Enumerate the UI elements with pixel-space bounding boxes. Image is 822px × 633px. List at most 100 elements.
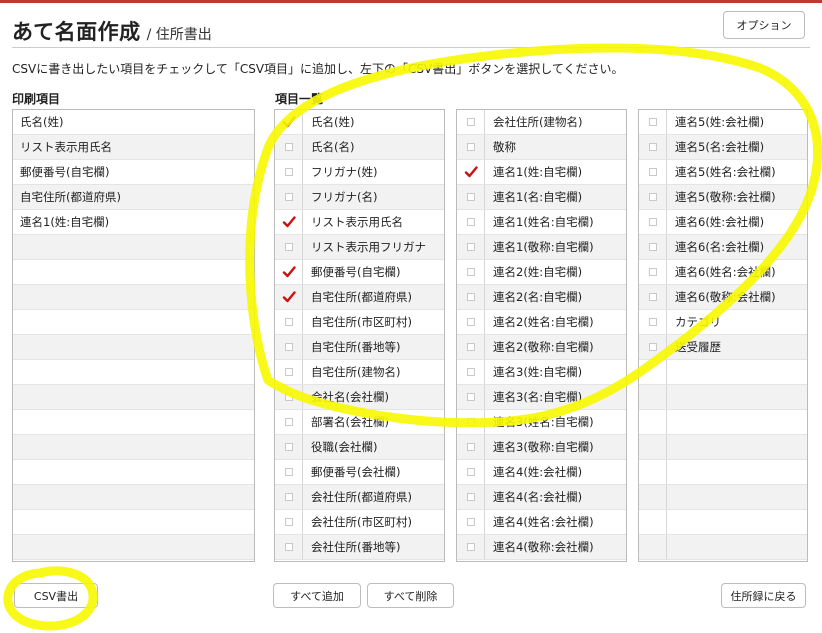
item-row[interactable]: 連名5(名:会社欄) <box>639 135 807 160</box>
item-row[interactable]: 連名1(姓:自宅欄) <box>457 160 626 185</box>
checkbox[interactable] <box>648 168 657 176</box>
checkbox[interactable] <box>284 343 293 351</box>
checkmark-icon[interactable] <box>464 165 478 179</box>
item-row[interactable]: 連名6(姓:会社欄) <box>639 210 807 235</box>
checkbox[interactable] <box>284 393 293 401</box>
print-item-row[interactable]: 自宅住所(都道府県) <box>13 185 254 210</box>
item-row[interactable]: フリガナ(名) <box>275 185 444 210</box>
checkbox[interactable] <box>284 493 293 501</box>
item-row[interactable]: 自宅住所(建物名) <box>275 360 444 385</box>
checkbox[interactable] <box>466 193 475 201</box>
item-row[interactable]: 連名3(姓:自宅欄) <box>457 360 626 385</box>
checkbox[interactable] <box>466 368 475 376</box>
checkbox[interactable] <box>284 443 293 451</box>
item-row[interactable]: 連名1(敬称:自宅欄) <box>457 235 626 260</box>
checkbox[interactable] <box>466 293 475 301</box>
checkbox[interactable] <box>466 493 475 501</box>
checkbox[interactable] <box>284 468 293 476</box>
item-row[interactable]: 会社名(会社欄) <box>275 385 444 410</box>
item-row[interactable]: 連名4(名:会社欄) <box>457 485 626 510</box>
checkmark-icon[interactable] <box>282 115 296 129</box>
item-row[interactable]: 会社住所(市区町村) <box>275 510 444 535</box>
item-row[interactable]: 会社住所(都道府県) <box>275 485 444 510</box>
checkbox[interactable] <box>648 268 657 276</box>
item-row[interactable]: 郵便番号(会社欄) <box>275 460 444 485</box>
checkbox[interactable] <box>466 518 475 526</box>
checkbox[interactable] <box>466 393 475 401</box>
item-row[interactable]: 氏名(名) <box>275 135 444 160</box>
checkmark-icon[interactable] <box>282 265 296 279</box>
checkbox[interactable] <box>648 293 657 301</box>
item-row[interactable]: 連名4(敬称:会社欄) <box>457 535 626 560</box>
item-row[interactable]: 部署名(会社欄) <box>275 410 444 435</box>
print-item-row[interactable]: 連名1(姓:自宅欄) <box>13 210 254 235</box>
checkbox[interactable] <box>284 243 293 251</box>
item-row[interactable]: 連名5(姓:会社欄) <box>639 110 807 135</box>
item-row[interactable]: 連名6(姓名:会社欄) <box>639 260 807 285</box>
item-row[interactable]: 連名4(姓:会社欄) <box>457 460 626 485</box>
print-item-row[interactable]: リスト表示用氏名 <box>13 135 254 160</box>
checkbox[interactable] <box>466 218 475 226</box>
item-row[interactable]: 自宅住所(市区町村) <box>275 310 444 335</box>
item-row[interactable]: 連名1(姓名:自宅欄) <box>457 210 626 235</box>
checkbox[interactable] <box>648 318 657 326</box>
item-row[interactable]: 連名2(姓名:自宅欄) <box>457 310 626 335</box>
item-row[interactable]: 会社住所(建物名) <box>457 110 626 135</box>
checkbox[interactable] <box>284 168 293 176</box>
checkbox[interactable] <box>466 468 475 476</box>
item-row[interactable]: 連名2(敬称:自宅欄) <box>457 335 626 360</box>
checkbox[interactable] <box>466 243 475 251</box>
item-row[interactable]: 連名5(姓名:会社欄) <box>639 160 807 185</box>
item-row[interactable]: リスト表示用氏名 <box>275 210 444 235</box>
item-row[interactable]: 郵便番号(自宅欄) <box>275 260 444 285</box>
checkbox[interactable] <box>466 443 475 451</box>
item-row[interactable]: 連名1(名:自宅欄) <box>457 185 626 210</box>
item-row[interactable]: 敬称 <box>457 135 626 160</box>
checkbox[interactable] <box>466 418 475 426</box>
item-row[interactable]: 連名6(名:会社欄) <box>639 235 807 260</box>
item-row[interactable]: 会社住所(番地等) <box>275 535 444 560</box>
checkbox[interactable] <box>648 193 657 201</box>
checkbox[interactable] <box>466 143 475 151</box>
checkbox[interactable] <box>284 418 293 426</box>
item-row[interactable]: 役職(会社欄) <box>275 435 444 460</box>
checkbox[interactable] <box>466 318 475 326</box>
csv-export-button[interactable]: CSV書出 <box>14 583 98 608</box>
checkbox[interactable] <box>466 118 475 126</box>
back-to-address-book-button[interactable]: 住所録に戻る <box>721 583 806 608</box>
add-all-button[interactable]: すべて追加 <box>273 583 361 608</box>
item-row[interactable]: 連名2(姓:自宅欄) <box>457 260 626 285</box>
print-item-row[interactable]: 氏名(姓) <box>13 110 254 135</box>
item-row[interactable]: 連名6(敬称:会社欄) <box>639 285 807 310</box>
remove-all-button[interactable]: すべて削除 <box>367 583 454 608</box>
checkbox[interactable] <box>284 193 293 201</box>
item-row[interactable]: 氏名(姓) <box>275 110 444 135</box>
checkbox[interactable] <box>466 543 475 551</box>
checkmark-icon[interactable] <box>282 290 296 304</box>
item-row[interactable]: 連名5(敬称:会社欄) <box>639 185 807 210</box>
item-row[interactable]: リスト表示用フリガナ <box>275 235 444 260</box>
checkbox[interactable] <box>284 143 293 151</box>
checkbox[interactable] <box>466 343 475 351</box>
checkbox[interactable] <box>648 143 657 151</box>
item-row[interactable]: 連名3(名:自宅欄) <box>457 385 626 410</box>
print-items-list[interactable]: 氏名(姓) リスト表示用氏名 郵便番号(自宅欄) 自宅住所(都道府県) 連名1(姓:自宅… <box>12 109 255 562</box>
checkmark-icon[interactable] <box>282 215 296 229</box>
checkbox[interactable] <box>648 118 657 126</box>
item-row[interactable]: カテゴリ <box>639 310 807 335</box>
checkbox[interactable] <box>466 268 475 276</box>
checkbox[interactable] <box>284 543 293 551</box>
item-row[interactable]: 自宅住所(都道府県) <box>275 285 444 310</box>
item-row[interactable]: 連名3(敬称:自宅欄) <box>457 435 626 460</box>
item-row[interactable]: 自宅住所(番地等) <box>275 335 444 360</box>
checkbox[interactable] <box>284 518 293 526</box>
print-item-row[interactable]: 郵便番号(自宅欄) <box>13 160 254 185</box>
item-row[interactable]: 連名2(名:自宅欄) <box>457 285 626 310</box>
item-row[interactable]: フリガナ(姓) <box>275 160 444 185</box>
checkbox[interactable] <box>648 243 657 251</box>
options-button[interactable]: オプション <box>723 11 805 39</box>
checkbox[interactable] <box>284 318 293 326</box>
item-row[interactable]: 連名4(姓名:会社欄) <box>457 510 626 535</box>
item-row[interactable]: 連名3(姓名:自宅欄) <box>457 410 626 435</box>
checkbox[interactable] <box>284 368 293 376</box>
